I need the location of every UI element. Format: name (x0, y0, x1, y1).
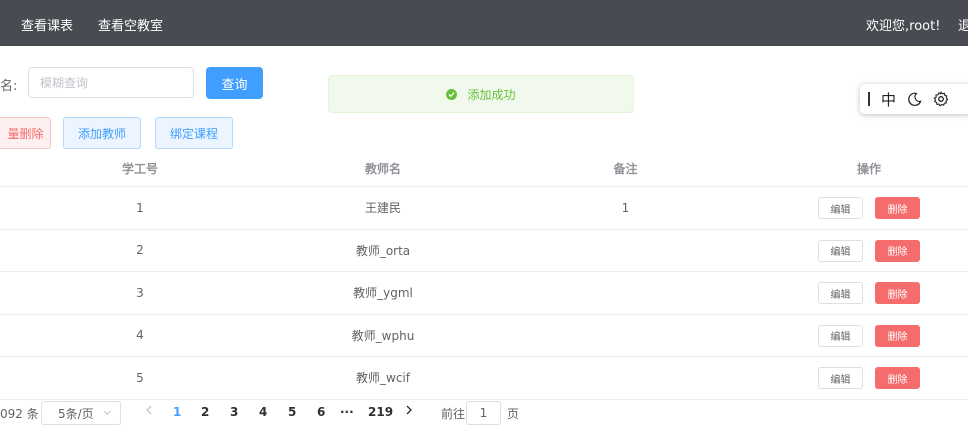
edit-button[interactable]: 编辑 (818, 282, 863, 304)
table-row: 5 教师_wcif 编辑 删除 (0, 357, 968, 400)
cell-name: 教师_wcif (356, 371, 410, 386)
delete-button[interactable]: 删除 (875, 324, 920, 347)
page-number[interactable]: 5 (288, 405, 296, 419)
page-number[interactable]: 6 (317, 405, 325, 419)
chevron-down-icon (103, 408, 112, 420)
cell-note (508, 230, 743, 272)
edit-button[interactable]: 编辑 (818, 197, 863, 219)
ime-mode-toggle[interactable]: 中 (881, 89, 896, 110)
cell-note (508, 357, 743, 399)
goto-page-input[interactable] (466, 401, 501, 425)
table-row: 4 教师_wphu 编辑 删除 (0, 315, 968, 357)
cell-note: 1 (621, 200, 630, 215)
table-row: 3 教师_ygml 编辑 删除 (0, 272, 968, 315)
column-header-actions: 操作 (856, 162, 881, 176)
delete-button[interactable]: 删除 (875, 367, 920, 389)
pagination: 092 条 5条/页 1 2 3 4 5 6 ··· 219 前往 页 (0, 399, 968, 427)
toast-message: 添加成功 (467, 87, 516, 102)
delete-button[interactable]: 删除 (875, 282, 920, 304)
ime-drag-handle-icon[interactable] (868, 92, 870, 106)
page-size-value: 5条/页 (58, 406, 94, 421)
ime-toolbar: 中 (860, 84, 968, 114)
prev-page-icon[interactable] (145, 404, 153, 419)
pagination-total: 092 条 (0, 407, 39, 421)
column-header-note: 备注 (613, 162, 638, 176)
goto-label: 前往 (441, 407, 466, 421)
welcome-text: 欢迎您,root! (866, 19, 941, 34)
batch-delete-button[interactable]: 量删除 (0, 117, 51, 149)
page-number[interactable]: 3 (230, 405, 238, 419)
cell-id: 3 (136, 285, 144, 300)
cell-note (508, 315, 743, 357)
page-number[interactable]: 4 (259, 405, 267, 419)
cell-name: 教师_wphu (351, 328, 415, 343)
cell-id: 2 (136, 243, 144, 258)
column-header-name: 教师名 (364, 162, 401, 176)
gear-icon[interactable] (933, 91, 949, 107)
cell-id: 1 (136, 200, 144, 215)
page-number[interactable]: 2 (201, 405, 209, 419)
table-row: 2 教师_orta 编辑 删除 (0, 230, 968, 272)
next-page-icon[interactable] (405, 404, 413, 419)
edit-button[interactable]: 编辑 (818, 239, 863, 262)
table-header: 学工号 教师名 备注 操作 (0, 151, 968, 187)
edit-button[interactable]: 编辑 (818, 367, 863, 389)
nav-view-empty-classrooms[interactable]: 查看空教室 (98, 15, 163, 34)
page-size-select[interactable]: 5条/页 (41, 401, 121, 425)
add-teacher-button[interactable]: 添加教师 (63, 117, 141, 149)
delete-button[interactable]: 删除 (875, 239, 920, 262)
goto-suffix: 页 (507, 407, 520, 421)
query-button[interactable]: 查询 (206, 67, 263, 99)
success-toast: 添加成功 (328, 75, 634, 113)
cell-name: 王建民 (364, 201, 401, 216)
page-number[interactable]: 1 (173, 405, 181, 419)
cell-id: 4 (136, 328, 144, 343)
top-navbar: 查看课表 查看空教室 欢迎您,root! 退 (0, 0, 968, 46)
edit-button[interactable]: 编辑 (818, 324, 863, 347)
logout-link[interactable]: 退 (958, 15, 968, 34)
cell-name: 教师_ygml (353, 286, 413, 301)
search-input[interactable] (28, 67, 194, 98)
cell-name: 教师_orta (355, 243, 411, 258)
delete-button[interactable]: 删除 (875, 197, 920, 219)
table-row: 1 王建民 1 编辑 删除 (0, 187, 968, 230)
check-circle-icon (446, 88, 458, 100)
bind-course-button[interactable]: 绑定课程 (155, 117, 233, 149)
page-number[interactable]: 219 (368, 405, 393, 419)
moon-icon[interactable] (907, 92, 922, 107)
nav-view-schedule[interactable]: 查看课表 (21, 15, 73, 34)
column-header-id: 学工号 (121, 162, 158, 176)
cell-note (508, 272, 743, 314)
cell-id: 5 (136, 370, 144, 385)
page-ellipsis[interactable]: ··· (340, 405, 354, 419)
search-label: 名: (0, 79, 18, 94)
